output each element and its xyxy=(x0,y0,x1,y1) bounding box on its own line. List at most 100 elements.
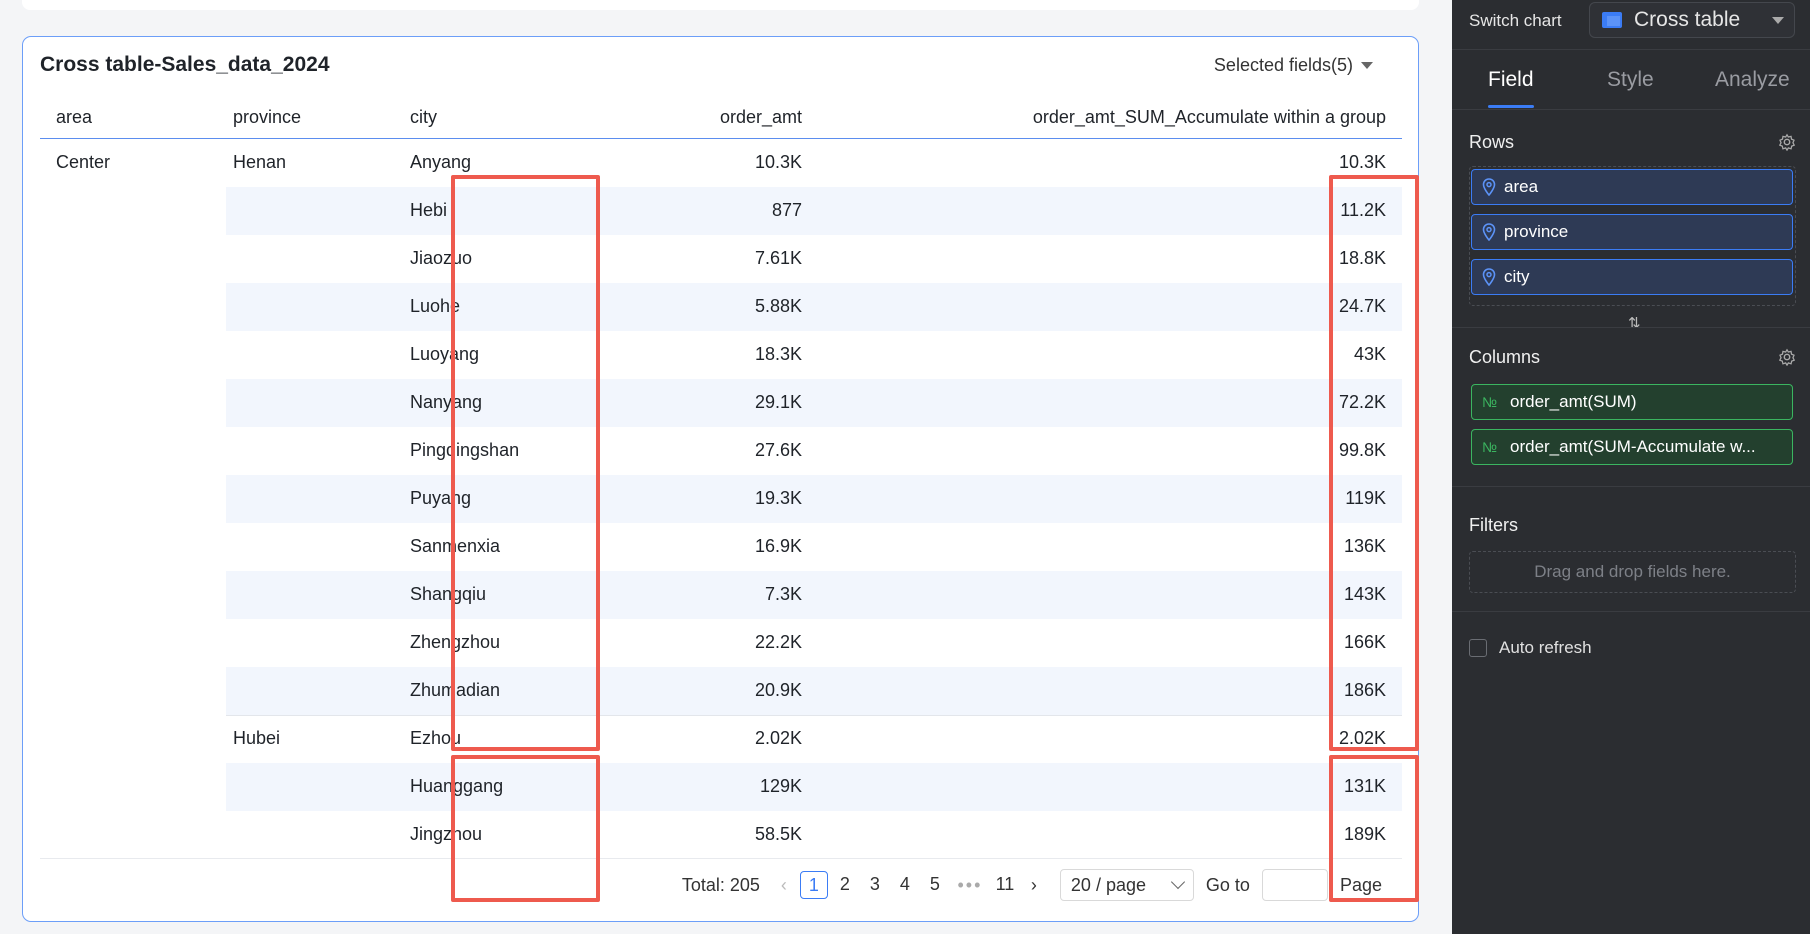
page-3[interactable]: 3 xyxy=(860,871,890,899)
prev-page-icon[interactable]: ‹ xyxy=(770,875,798,896)
cell-order-amt: 18.3K xyxy=(754,344,802,364)
filters-title: Filters xyxy=(1469,515,1518,535)
page-5[interactable]: 5 xyxy=(920,871,950,899)
chart-type-value: Cross table xyxy=(1634,8,1741,31)
chart-type-select[interactable]: Cross table xyxy=(1589,2,1795,38)
table-row: Pingdingshan 27.6K 99.8K xyxy=(40,427,1402,475)
active-tab-indicator xyxy=(1488,105,1534,108)
cross-table-card[interactable]: Cross table-Sales_data_2024 Selected fie… xyxy=(22,36,1419,922)
row-field-label: city xyxy=(1504,267,1530,286)
page-2[interactable]: 2 xyxy=(830,871,860,899)
config-panel: Switch chart Cross table Field Style Ana… xyxy=(1452,0,1810,934)
cell-order-amt: 7.61K xyxy=(754,248,802,268)
header-order-amt[interactable]: order_amt xyxy=(720,107,802,128)
column-field-label: order_amt(SUM) xyxy=(1510,392,1637,411)
cell-order-amt: 20.9K xyxy=(754,680,802,700)
row-stripe xyxy=(226,571,1402,619)
cell-city: Hebi xyxy=(410,200,448,220)
cell-order-amt: 7.3K xyxy=(764,584,802,604)
row-stripe xyxy=(226,379,1402,427)
caret-down-icon xyxy=(1772,16,1784,24)
page-suffix-label: Page xyxy=(1339,874,1382,895)
cell-order-amt: 27.6K xyxy=(754,440,802,460)
row-field-province[interactable]: province xyxy=(1471,214,1793,250)
rows-title: Rows xyxy=(1469,132,1515,152)
header-city[interactable]: city xyxy=(410,107,437,128)
cell-province: Henan xyxy=(233,152,287,172)
rows-settings-gear-icon[interactable] xyxy=(1778,133,1796,151)
next-page-icon[interactable]: › xyxy=(1020,875,1048,896)
table-row: Hebi 877 11.2K xyxy=(40,187,1402,235)
caret-down-icon xyxy=(1361,62,1373,69)
header-order-amt-accumulate[interactable]: order_amt_SUM_Accumulate within a group xyxy=(1033,107,1386,128)
location-pin-icon xyxy=(1482,268,1496,286)
highlight-accumulate-henan xyxy=(1329,175,1419,751)
highlight-city-henan xyxy=(451,175,600,751)
selected-fields-label: Selected fields(5) xyxy=(1213,55,1353,75)
goto-label: Go to xyxy=(1205,874,1250,895)
goto-page-input[interactable] xyxy=(1261,869,1328,901)
selected-fields-dropdown[interactable]: Selected fields(5) xyxy=(1214,55,1373,76)
auto-refresh-row[interactable]: Auto refresh xyxy=(1469,638,1592,658)
location-pin-icon xyxy=(1482,223,1496,241)
table-row: Hubei Ezhou 2.02K 2.02K xyxy=(40,715,1402,763)
cell-order-amt: 877 xyxy=(771,200,802,220)
cell-order-amt: 129K xyxy=(759,776,802,796)
table-header: area province city order_amt order_amt_S… xyxy=(40,99,1402,139)
card-title: Cross table-Sales_data_2024 xyxy=(40,53,330,76)
swap-rows-columns-icon[interactable]: ⇅ xyxy=(1628,314,1641,332)
cell-order-amt: 29.1K xyxy=(754,392,802,412)
tab-analyze[interactable]: Analyze xyxy=(1715,68,1790,92)
page-size-select[interactable]: 20 / page xyxy=(1059,869,1194,901)
group-divider xyxy=(226,715,1402,716)
number-icon: № xyxy=(1482,439,1498,455)
column-field-order-amt-accumulate[interactable]: № order_amt(SUM-Accumulate w... xyxy=(1471,429,1793,465)
page-11[interactable]: 11 xyxy=(990,871,1020,899)
column-field-label: order_amt(SUM-Accumulate w... xyxy=(1510,437,1756,456)
cell-order-amt: 10.3K xyxy=(754,152,802,172)
header-province[interactable]: province xyxy=(233,107,301,128)
cell-order-amt: 16.9K xyxy=(754,536,802,556)
auto-refresh-checkbox[interactable] xyxy=(1469,639,1487,657)
cell-area: Center xyxy=(56,152,111,172)
page-1[interactable]: 1 xyxy=(799,871,828,899)
divider xyxy=(1452,327,1810,328)
row-stripe xyxy=(226,763,1402,811)
page-4[interactable]: 4 xyxy=(890,871,920,899)
table-body: Center Henan Anyang 10.3K 10.3K Hebi 877 11.2K J… xyxy=(40,139,1402,861)
cross-table-icon xyxy=(1602,12,1622,28)
panel-tabs: Field Style Analyze xyxy=(1452,50,1810,110)
location-pin-icon xyxy=(1482,178,1496,196)
cell-order-amt: 58.5K xyxy=(754,824,802,844)
row-field-area[interactable]: area xyxy=(1471,169,1793,205)
column-field-order-amt-sum[interactable]: № order_amt(SUM) xyxy=(1471,384,1793,420)
table-row: Puyang 19.3K 119K xyxy=(40,475,1402,523)
table-row: Shangqiu 7.3K 143K xyxy=(40,571,1402,619)
page-ellipsis[interactable]: ••• xyxy=(950,875,990,896)
table-row: Huanggang 129K 131K xyxy=(40,763,1402,811)
switch-chart-label: Switch chart xyxy=(1469,11,1562,30)
tab-field[interactable]: Field xyxy=(1488,68,1534,92)
filters-drop-zone[interactable]: Drag and drop fields here. xyxy=(1469,551,1796,593)
cross-table: area province city order_amt order_amt_S… xyxy=(40,99,1419,902)
table-row: Jiaozuo 7.61K 18.8K xyxy=(40,235,1402,283)
table-bottom-border xyxy=(40,858,1402,859)
header-area[interactable]: area xyxy=(56,107,92,128)
row-field-city[interactable]: city xyxy=(1471,259,1793,295)
cell-order-amt: 2.02K xyxy=(754,728,802,748)
table-row: Zhengzhou 22.2K 166K xyxy=(40,619,1402,667)
row-stripe xyxy=(226,187,1402,235)
row-stripe xyxy=(226,667,1402,715)
cell-province: Hubei xyxy=(233,728,281,748)
columns-title: Columns xyxy=(1469,347,1541,367)
columns-settings-gear-icon[interactable] xyxy=(1778,348,1796,366)
row-stripe xyxy=(226,475,1402,523)
table-row: Luohe 5.88K 24.7K xyxy=(40,283,1402,331)
tab-style[interactable]: Style xyxy=(1607,68,1654,92)
row-field-label: area xyxy=(1504,177,1539,196)
cell-accumulate: 10.3K xyxy=(1338,152,1386,172)
chevron-down-icon xyxy=(1170,874,1185,890)
table-row: Center Henan Anyang 10.3K 10.3K xyxy=(40,139,1402,187)
auto-refresh-label: Auto refresh xyxy=(1499,638,1592,657)
switch-chart-row: Switch chart Cross table xyxy=(1452,0,1810,50)
